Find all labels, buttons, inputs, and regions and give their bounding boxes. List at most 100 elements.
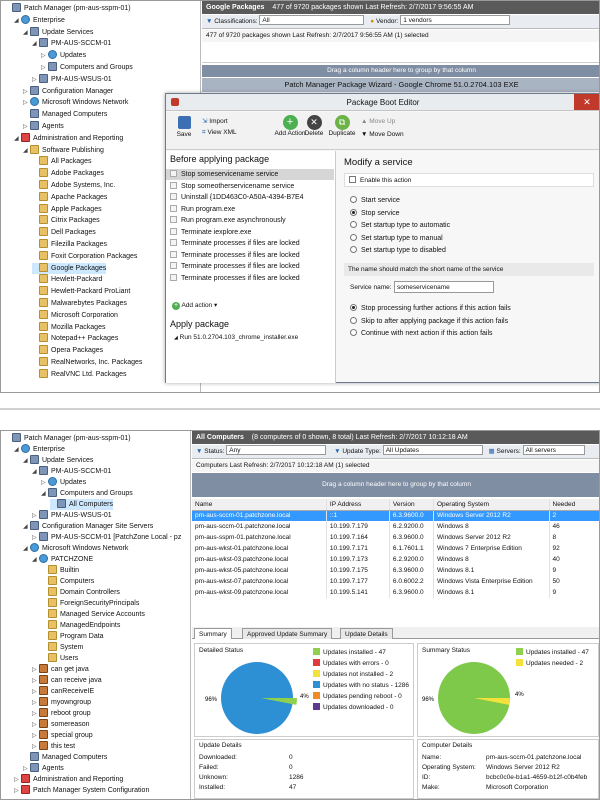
tree-item[interactable]: All Computers bbox=[50, 499, 113, 510]
service-option[interactable]: Set startup type to disabled bbox=[350, 245, 446, 256]
expander-icon[interactable]: ▷ bbox=[41, 63, 48, 74]
tree-item[interactable]: ◢ Update Services bbox=[23, 455, 93, 466]
before-action-item[interactable]: Run program.exe bbox=[166, 204, 334, 215]
tree-item[interactable]: Program Data bbox=[41, 631, 104, 642]
expander-icon[interactable]: ◢ bbox=[32, 39, 39, 50]
tree-item[interactable]: RealNetworks, Inc. Packages bbox=[32, 357, 142, 368]
enable-action-row[interactable]: Enable this action bbox=[344, 173, 594, 187]
computers-group-by-bar[interactable]: Drag a column header here to group by th… bbox=[192, 473, 599, 497]
table-row[interactable]: pm-aus-sccm-01.patchzone.local::1 6.3.960… bbox=[192, 510, 599, 521]
before-action-item[interactable]: Terminate processes if files are locked bbox=[166, 250, 334, 261]
tree-item[interactable]: Managed Computers bbox=[23, 109, 107, 120]
tree-item[interactable]: Foxit Corporation Packages bbox=[32, 250, 137, 262]
expander-icon[interactable]: ▷ bbox=[14, 786, 21, 797]
tree-item[interactable]: ManagedEndpoints bbox=[41, 620, 120, 631]
tree-item[interactable]: ◢ Enterprise bbox=[14, 14, 65, 27]
packages-group-by-bar[interactable]: Drag a column header here to group by th… bbox=[202, 65, 599, 77]
save-button[interactable]: Save bbox=[174, 116, 194, 138]
tree-item[interactable]: Users bbox=[41, 653, 78, 664]
editor-close-button[interactable]: ✕ bbox=[574, 94, 599, 110]
tree-item[interactable]: Microsoft Corporation bbox=[32, 309, 118, 321]
tree-item[interactable]: ◢ PM-AUS-SCCM-01 bbox=[32, 38, 111, 49]
move-up-button[interactable]: ▲ Move Up bbox=[361, 118, 395, 125]
service-option[interactable]: Stop service bbox=[350, 208, 400, 219]
tree-item[interactable]: Adobe Packages bbox=[32, 168, 104, 179]
update-type-dropdown[interactable]: All Updates bbox=[382, 445, 483, 455]
radio-button[interactable] bbox=[350, 316, 357, 324]
tree-item[interactable]: Apache Packages bbox=[32, 191, 107, 203]
tree-item[interactable]: All Packages bbox=[32, 156, 91, 167]
service-option[interactable]: Set startup type to automatic bbox=[350, 220, 450, 231]
tree-item[interactable]: ▷ PM-AUS-WSUS-01 bbox=[32, 510, 112, 521]
before-action-item[interactable]: Terminate processes if files are locked bbox=[166, 261, 334, 272]
tree-item[interactable]: Opera Packages bbox=[32, 345, 103, 356]
tree-item[interactable]: Dell Packages bbox=[32, 227, 96, 238]
tree-item[interactable]: Notepad++ Packages bbox=[32, 333, 118, 344]
tree-item[interactable]: Patch Manager (pm-aus-sspm-01) bbox=[5, 3, 131, 14]
expander-icon[interactable]: ◢ bbox=[32, 467, 39, 478]
expander-icon[interactable]: ▷ bbox=[23, 122, 30, 133]
tree-item[interactable]: System bbox=[41, 642, 83, 653]
expander-icon[interactable]: ◢ bbox=[14, 16, 21, 27]
add-action-link[interactable]: + Add action ▾ bbox=[172, 301, 217, 310]
before-action-item[interactable]: Stop someotherservicename service bbox=[166, 181, 334, 192]
service-name-input[interactable]: someservicename bbox=[394, 281, 494, 293]
radio-button[interactable] bbox=[350, 196, 357, 203]
expander-icon[interactable]: ◢ bbox=[23, 28, 30, 39]
tree-item[interactable]: ▷ can receive java bbox=[32, 675, 102, 686]
radio-button[interactable] bbox=[350, 221, 357, 228]
tree-item[interactable]: Filezilla Packages bbox=[32, 239, 107, 250]
view-xml-button[interactable]: ⌗ View XML bbox=[202, 129, 237, 137]
expander-icon[interactable]: ◢ bbox=[32, 555, 39, 566]
tree-item[interactable]: ▷ can get java bbox=[32, 664, 89, 675]
tree-item[interactable]: ▷ somereason bbox=[32, 719, 90, 730]
tree-item[interactable]: ▷ PM-AUS-SCCM-01 [PatchZone Local - pz bbox=[32, 532, 181, 543]
editor-titlebar[interactable]: Package Boot Editor ✕ bbox=[166, 94, 599, 111]
table-row[interactable]: pm-aus-wkst-09.patchzone.local 10.199.5.1… bbox=[192, 587, 599, 598]
tree-item[interactable]: ▷ reboot group bbox=[32, 708, 91, 719]
tree-item[interactable]: Citrix Packages bbox=[32, 215, 100, 226]
tree-item[interactable]: RealVNC Ltd. Packages bbox=[32, 368, 126, 380]
tree-item[interactable]: ▷ this test bbox=[32, 741, 75, 752]
tree-item[interactable]: ◢ Microsoft Windows Network bbox=[23, 543, 128, 554]
enable-action-checkbox[interactable] bbox=[349, 176, 356, 183]
classifications-dropdown[interactable]: All bbox=[259, 15, 365, 25]
expander-icon[interactable]: ◢ bbox=[23, 456, 30, 467]
expander-icon[interactable]: ◢ bbox=[14, 445, 21, 456]
table-row[interactable]: pm-aus-wkst-01.patchzone.local 10.199.7.1… bbox=[192, 543, 599, 554]
tab-approved-update-summary[interactable]: Approved Update Summary bbox=[242, 628, 333, 639]
tree-item[interactable]: Hewlett-Packard bbox=[32, 274, 102, 285]
table-row[interactable]: pm-aus-sspm-01.patchzone.local 10.199.7.1… bbox=[192, 532, 599, 543]
package-wizard-titlebar[interactable]: Patch Manager Package Wizard - Google Ch… bbox=[202, 78, 599, 92]
vendor-dropdown[interactable]: 1 vendors bbox=[400, 15, 511, 25]
radio-button[interactable] bbox=[350, 246, 357, 253]
duplicate-button[interactable]: ⧉ Duplicate bbox=[326, 115, 358, 137]
servers-dropdown[interactable]: All servers bbox=[522, 445, 585, 455]
table-row[interactable]: pm-aus-sccm-01.patchzone.local 10.199.7.1… bbox=[192, 521, 599, 532]
tree-item[interactable]: ◢ Configuration Manager Site Servers bbox=[23, 521, 153, 532]
tab-update-details[interactable]: Update Details bbox=[340, 628, 393, 639]
radio-button[interactable] bbox=[350, 304, 357, 311]
tree-item[interactable]: Managed Service Accounts bbox=[41, 609, 145, 620]
tree-item[interactable]: ◢ Enterprise bbox=[14, 444, 65, 455]
status-dropdown[interactable]: Any bbox=[226, 445, 327, 455]
tree-item[interactable]: Google Packages bbox=[32, 262, 107, 274]
before-action-item[interactable]: Terminate processes if files are locked bbox=[166, 238, 334, 249]
tab-summary[interactable]: Summary bbox=[194, 628, 232, 639]
tree-item[interactable]: Mozilla Packages bbox=[32, 321, 105, 333]
tree-item[interactable]: Apple Packages bbox=[32, 203, 102, 215]
tree-item[interactable]: ▷ Agents bbox=[23, 121, 64, 132]
service-option[interactable]: Set startup type to manual bbox=[350, 233, 443, 244]
expander-icon[interactable]: ▷ bbox=[32, 75, 39, 86]
tree-item[interactable]: ForeignSecurityPrincipals bbox=[41, 598, 139, 609]
radio-button[interactable] bbox=[350, 329, 357, 336]
delete-button[interactable]: ✕ Delete bbox=[302, 115, 326, 137]
tree-item[interactable]: Managed Computers bbox=[23, 752, 107, 763]
tree-item[interactable]: Builtin bbox=[41, 565, 79, 576]
before-action-item[interactable]: Uninstall {1DD463C0-A50A-4394-B7E4 bbox=[166, 192, 334, 203]
tree-item[interactable]: ▷ canReceiveIE bbox=[32, 686, 94, 697]
tree-item[interactable]: ▷ PM-AUS-WSUS-01 bbox=[32, 73, 112, 86]
column-operating-system[interactable]: Operating System bbox=[433, 499, 550, 511]
expander-icon[interactable]: ◢ bbox=[23, 522, 30, 533]
move-down-button[interactable]: ▼ Move Down bbox=[361, 131, 404, 138]
